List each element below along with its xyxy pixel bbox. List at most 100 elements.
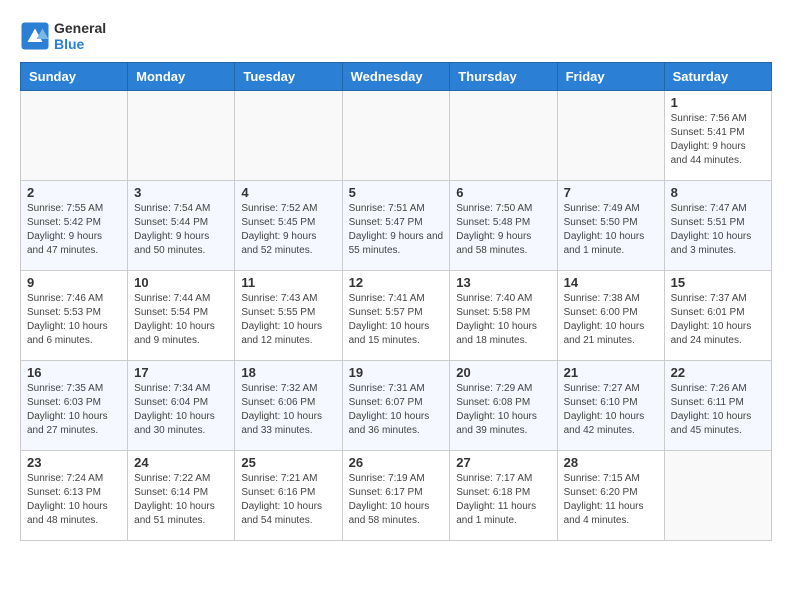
calendar-cell: 14 Sunrise: 7:38 AM Sunset: 6:00 PM Dayli… bbox=[557, 271, 664, 361]
day-info: Sunrise: 7:35 AM Sunset: 6:03 PM Dayligh… bbox=[27, 382, 121, 438]
calendar-cell: 3 Sunrise: 7:54 AM Sunset: 5:44 PM Daylig… bbox=[128, 181, 235, 271]
day-number: 15 bbox=[671, 275, 765, 290]
day-number: 13 bbox=[456, 275, 550, 290]
logo-text: General Blue bbox=[54, 20, 106, 52]
day-info: Sunrise: 7:21 AM Sunset: 6:16 PM Dayligh… bbox=[241, 472, 335, 528]
day-info: Sunrise: 7:49 AM Sunset: 5:50 PM Dayligh… bbox=[564, 202, 658, 258]
day-number: 7 bbox=[564, 185, 658, 200]
calendar-cell: 20 Sunrise: 7:29 AM Sunset: 6:08 PM Dayli… bbox=[450, 361, 557, 451]
day-info: Sunrise: 7:51 AM Sunset: 5:47 PM Dayligh… bbox=[349, 202, 444, 258]
day-number: 9 bbox=[27, 275, 121, 290]
calendar-cell: 26 Sunrise: 7:19 AM Sunset: 6:17 PM Dayli… bbox=[342, 451, 450, 541]
calendar-cell: 27 Sunrise: 7:17 AM Sunset: 6:18 PM Dayli… bbox=[450, 451, 557, 541]
calendar-cell: 5 Sunrise: 7:51 AM Sunset: 5:47 PM Daylig… bbox=[342, 181, 450, 271]
calendar-cell: 21Sunrise: 7:27 AM Sunset: 6:10 PM Dayli… bbox=[557, 361, 664, 451]
page-header: General Blue bbox=[20, 20, 772, 52]
calendar-cell: 24 Sunrise: 7:22 AM Sunset: 6:14 PM Dayli… bbox=[128, 451, 235, 541]
day-number: 5 bbox=[349, 185, 444, 200]
calendar-cell: 9 Sunrise: 7:46 AM Sunset: 5:53 PM Daylig… bbox=[21, 271, 128, 361]
day-number: 14 bbox=[564, 275, 658, 290]
calendar-week-row: 23 Sunrise: 7:24 AM Sunset: 6:13 PM Dayli… bbox=[21, 451, 772, 541]
day-info: Sunrise: 7:15 AM Sunset: 6:20 PM Dayligh… bbox=[564, 472, 658, 528]
day-number: 27 bbox=[456, 455, 550, 470]
day-number: 17 bbox=[134, 365, 228, 380]
calendar-cell: 16 Sunrise: 7:35 AM Sunset: 6:03 PM Dayli… bbox=[21, 361, 128, 451]
calendar-week-row: 2 Sunrise: 7:55 AM Sunset: 5:42 PM Daylig… bbox=[21, 181, 772, 271]
day-number: 22 bbox=[671, 365, 765, 380]
weekday-header: Sunday bbox=[21, 63, 128, 91]
day-info: Sunrise: 7:31 AM Sunset: 6:07 PM Dayligh… bbox=[349, 382, 444, 438]
day-info: Sunrise: 7:46 AM Sunset: 5:53 PM Dayligh… bbox=[27, 292, 121, 348]
calendar-week-row: 9 Sunrise: 7:46 AM Sunset: 5:53 PM Daylig… bbox=[21, 271, 772, 361]
weekday-header: Saturday bbox=[664, 63, 771, 91]
calendar-cell: 2 Sunrise: 7:55 AM Sunset: 5:42 PM Daylig… bbox=[21, 181, 128, 271]
weekday-header: Tuesday bbox=[235, 63, 342, 91]
day-number: 6 bbox=[456, 185, 550, 200]
day-info: Sunrise: 7:26 AM Sunset: 6:11 PM Dayligh… bbox=[671, 382, 765, 438]
calendar-cell: 4 Sunrise: 7:52 AM Sunset: 5:45 PM Daylig… bbox=[235, 181, 342, 271]
weekday-header: Monday bbox=[128, 63, 235, 91]
day-number: 20 bbox=[456, 365, 550, 380]
calendar-cell: 28 Sunrise: 7:15 AM Sunset: 6:20 PM Dayli… bbox=[557, 451, 664, 541]
day-number: 10 bbox=[134, 275, 228, 290]
calendar: SundayMondayTuesdayWednesdayThursdayFrid… bbox=[20, 62, 772, 541]
calendar-cell: 25 Sunrise: 7:21 AM Sunset: 6:16 PM Dayli… bbox=[235, 451, 342, 541]
calendar-cell: 19Sunrise: 7:31 AM Sunset: 6:07 PM Dayli… bbox=[342, 361, 450, 451]
day-number: 26 bbox=[349, 455, 444, 470]
logo: General Blue bbox=[20, 20, 106, 52]
day-number: 24 bbox=[134, 455, 228, 470]
calendar-cell: 18 Sunrise: 7:32 AM Sunset: 6:06 PM Dayli… bbox=[235, 361, 342, 451]
weekday-header: Friday bbox=[557, 63, 664, 91]
calendar-cell: 11 Sunrise: 7:43 AM Sunset: 5:55 PM Dayli… bbox=[235, 271, 342, 361]
day-info: Sunrise: 7:17 AM Sunset: 6:18 PM Dayligh… bbox=[456, 472, 550, 528]
day-info: Sunrise: 7:32 AM Sunset: 6:06 PM Dayligh… bbox=[241, 382, 335, 438]
day-info: Sunrise: 7:38 AM Sunset: 6:00 PM Dayligh… bbox=[564, 292, 658, 348]
day-number: 8 bbox=[671, 185, 765, 200]
day-number: 23 bbox=[27, 455, 121, 470]
day-info: Sunrise: 7:43 AM Sunset: 5:55 PM Dayligh… bbox=[241, 292, 335, 348]
calendar-cell bbox=[450, 91, 557, 181]
day-number: 18 bbox=[241, 365, 335, 380]
calendar-cell: 10 Sunrise: 7:44 AM Sunset: 5:54 PM Dayli… bbox=[128, 271, 235, 361]
day-info: Sunrise: 7:29 AM Sunset: 6:08 PM Dayligh… bbox=[456, 382, 550, 438]
day-number: 3 bbox=[134, 185, 228, 200]
day-info: Sunrise: 7:47 AM Sunset: 5:51 PM Dayligh… bbox=[671, 202, 765, 258]
day-number: 4 bbox=[241, 185, 335, 200]
day-number: 11 bbox=[241, 275, 335, 290]
calendar-cell: 6 Sunrise: 7:50 AM Sunset: 5:48 PM Daylig… bbox=[450, 181, 557, 271]
day-info: Sunrise: 7:56 AM Sunset: 5:41 PM Dayligh… bbox=[671, 112, 765, 168]
calendar-cell bbox=[21, 91, 128, 181]
day-info: Sunrise: 7:19 AM Sunset: 6:17 PM Dayligh… bbox=[349, 472, 444, 528]
day-info: Sunrise: 7:37 AM Sunset: 6:01 PM Dayligh… bbox=[671, 292, 765, 348]
day-number: 25 bbox=[241, 455, 335, 470]
day-info: Sunrise: 7:50 AM Sunset: 5:48 PM Dayligh… bbox=[456, 202, 550, 258]
day-info: Sunrise: 7:55 AM Sunset: 5:42 PM Dayligh… bbox=[27, 202, 121, 258]
calendar-cell: 12Sunrise: 7:41 AM Sunset: 5:57 PM Dayli… bbox=[342, 271, 450, 361]
weekday-header: Wednesday bbox=[342, 63, 450, 91]
calendar-cell bbox=[235, 91, 342, 181]
day-info: Sunrise: 7:52 AM Sunset: 5:45 PM Dayligh… bbox=[241, 202, 335, 258]
day-info: Sunrise: 7:22 AM Sunset: 6:14 PM Dayligh… bbox=[134, 472, 228, 528]
day-number: 12 bbox=[349, 275, 444, 290]
day-number: 16 bbox=[27, 365, 121, 380]
day-info: Sunrise: 7:40 AM Sunset: 5:58 PM Dayligh… bbox=[456, 292, 550, 348]
calendar-cell: 15 Sunrise: 7:37 AM Sunset: 6:01 PM Dayli… bbox=[664, 271, 771, 361]
day-info: Sunrise: 7:24 AM Sunset: 6:13 PM Dayligh… bbox=[27, 472, 121, 528]
calendar-cell bbox=[664, 451, 771, 541]
calendar-cell: 22 Sunrise: 7:26 AM Sunset: 6:11 PM Dayli… bbox=[664, 361, 771, 451]
calendar-cell: 13 Sunrise: 7:40 AM Sunset: 5:58 PM Dayli… bbox=[450, 271, 557, 361]
calendar-week-row: 1Sunrise: 7:56 AM Sunset: 5:41 PM Daylig… bbox=[21, 91, 772, 181]
day-info: Sunrise: 7:34 AM Sunset: 6:04 PM Dayligh… bbox=[134, 382, 228, 438]
day-info: Sunrise: 7:54 AM Sunset: 5:44 PM Dayligh… bbox=[134, 202, 228, 258]
weekday-header: Thursday bbox=[450, 63, 557, 91]
calendar-cell: 7 Sunrise: 7:49 AM Sunset: 5:50 PM Daylig… bbox=[557, 181, 664, 271]
day-info: Sunrise: 7:44 AM Sunset: 5:54 PM Dayligh… bbox=[134, 292, 228, 348]
calendar-cell: 23 Sunrise: 7:24 AM Sunset: 6:13 PM Dayli… bbox=[21, 451, 128, 541]
logo-icon bbox=[20, 21, 50, 51]
calendar-cell: 8 Sunrise: 7:47 AM Sunset: 5:51 PM Daylig… bbox=[664, 181, 771, 271]
calendar-cell bbox=[128, 91, 235, 181]
day-number: 28 bbox=[564, 455, 658, 470]
calendar-week-row: 16 Sunrise: 7:35 AM Sunset: 6:03 PM Dayli… bbox=[21, 361, 772, 451]
day-number: 21 bbox=[564, 365, 658, 380]
day-number: 2 bbox=[27, 185, 121, 200]
